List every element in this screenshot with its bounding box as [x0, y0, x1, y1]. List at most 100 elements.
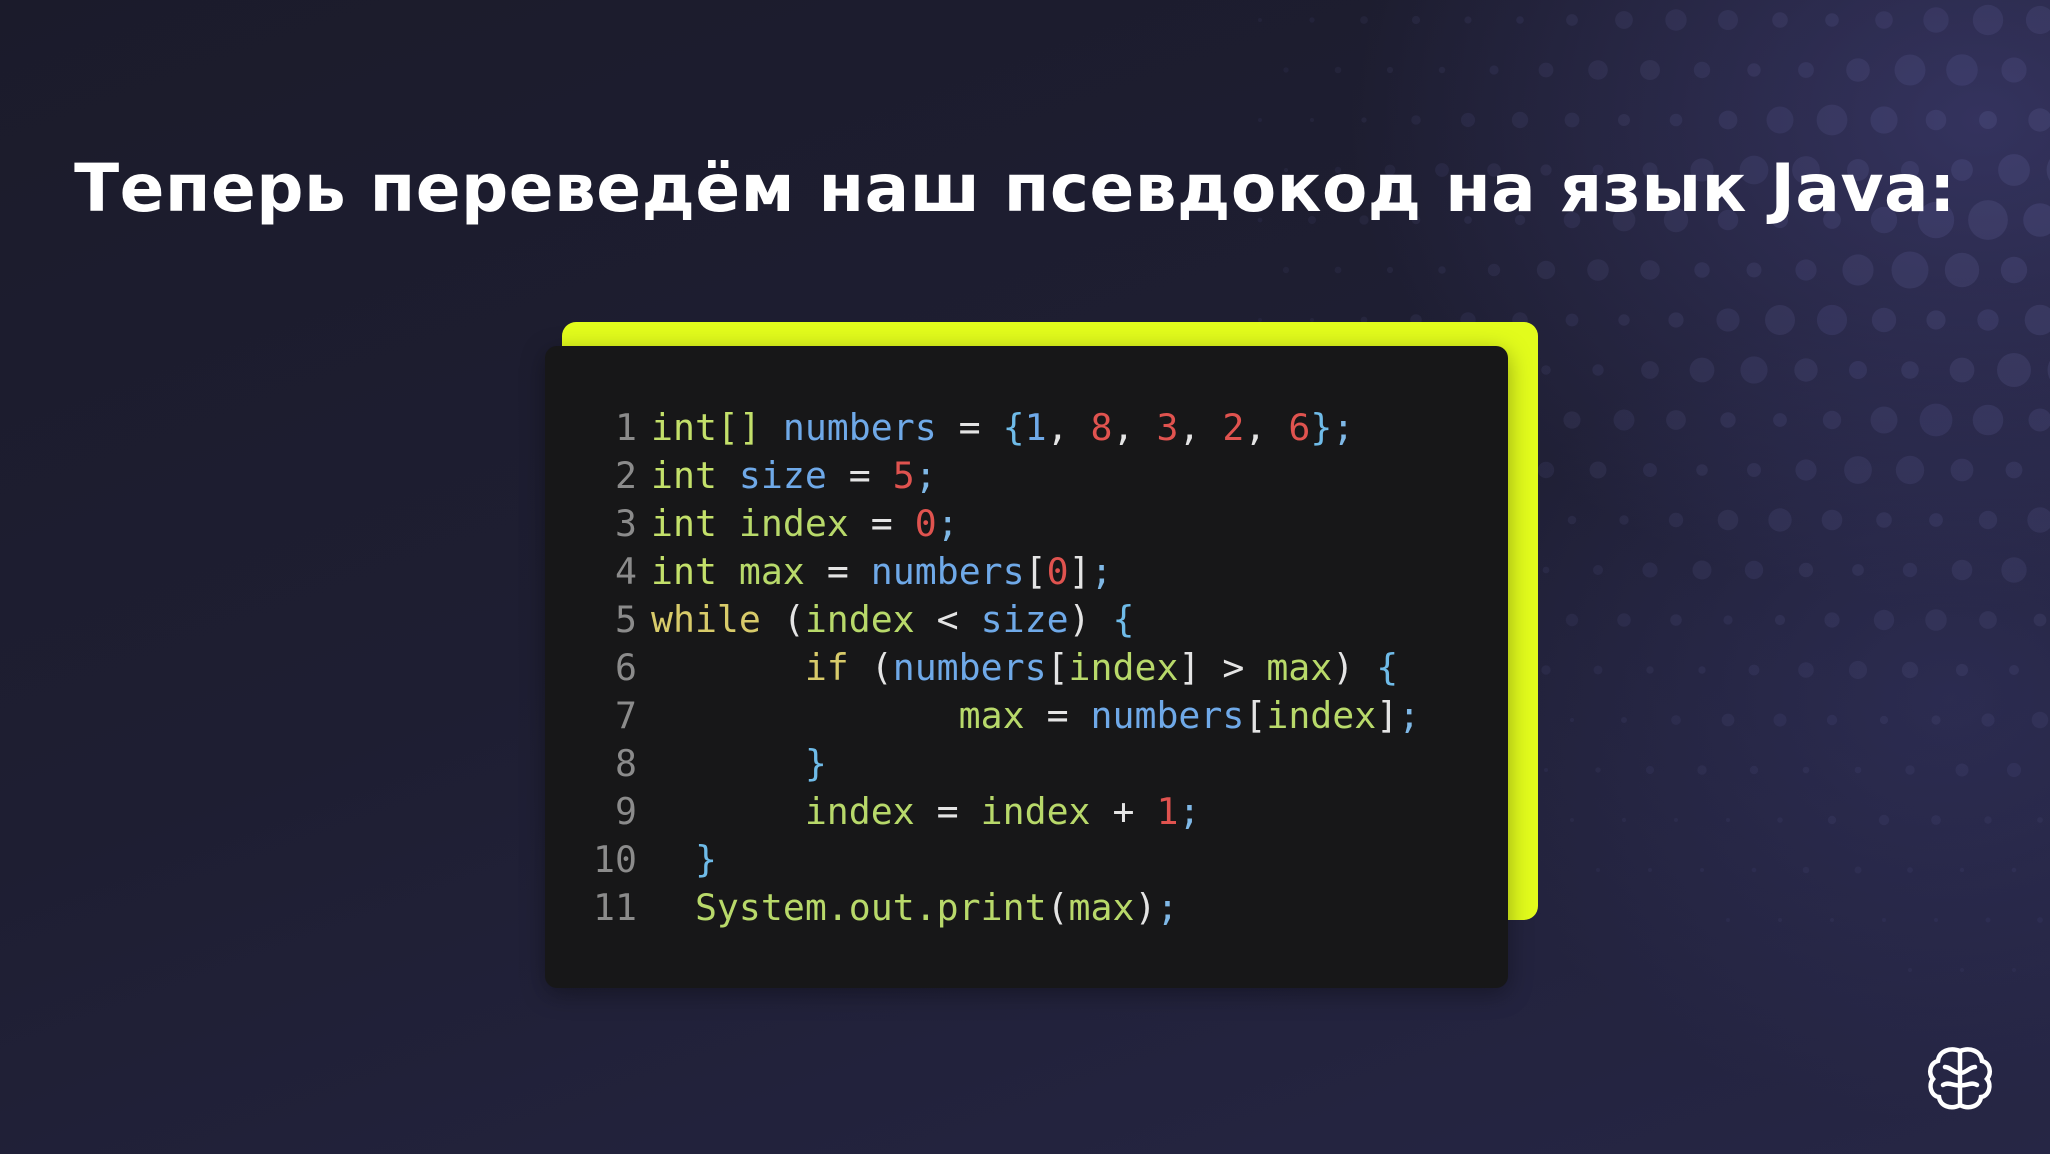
code-line: 6 if (numbers[index] > max) { [577, 644, 1420, 692]
background-dot [1563, 411, 1581, 429]
background-dot [2037, 917, 2043, 923]
background-dot [1842, 254, 1874, 286]
background-dot [1258, 18, 1262, 22]
code-token: System.out.print [694, 886, 1047, 929]
background-dot [1693, 61, 1711, 79]
background-dot [1748, 664, 1760, 676]
code-token: ] [1376, 694, 1399, 737]
background-dot [2000, 256, 2028, 284]
background-dot [1816, 304, 1848, 336]
background-dot [1669, 113, 1683, 127]
background-dot [1816, 104, 1848, 136]
line-number: 1 [615, 406, 637, 449]
background-dot [1723, 615, 1733, 625]
background-dot [1570, 818, 1574, 822]
background-dot [1565, 313, 1579, 327]
background-dot [2033, 613, 2047, 627]
background-dot [1846, 58, 1870, 82]
background-dot [1538, 62, 1554, 78]
background-dot [1615, 11, 1633, 29]
code-token: ; [1178, 790, 1201, 833]
code-token: 5 [892, 454, 915, 497]
code-token: int [651, 454, 717, 497]
line-number: 4 [615, 550, 637, 593]
code-token: ( [848, 646, 893, 689]
code-token: ; [1156, 886, 1179, 929]
code-token: = [1024, 694, 1091, 737]
code-token: int[] [651, 406, 761, 449]
code-line: 1 int[] numbers = {1, 8, 3, 2, 6}; [577, 404, 1420, 452]
code-token: [ [1046, 646, 1069, 689]
background-dot [1621, 817, 1627, 823]
background-dot [1258, 118, 1262, 122]
background-dot [1720, 412, 1736, 428]
background-dot [1697, 765, 1707, 775]
code-line: 7 max = numbers[index]; [577, 692, 1420, 740]
background-dot [1411, 15, 1421, 25]
line-number: 11 [593, 886, 637, 929]
background-dot [1589, 461, 1607, 479]
background-dot [1516, 16, 1524, 24]
code-token: [ [1244, 694, 1267, 737]
code-token: ) [1068, 598, 1113, 641]
background-dot [1773, 413, 1787, 427]
code-token: [ [1024, 550, 1047, 593]
background-dot [1696, 464, 1708, 476]
background-dot [1830, 918, 1834, 922]
background-dot [1908, 968, 1912, 972]
background-dot [1946, 54, 1978, 86]
code-token: 6 [1288, 406, 1311, 449]
code-token: = [914, 790, 981, 833]
background-dot [1668, 512, 1684, 528]
background-dot [1824, 612, 1840, 628]
code-token: } [694, 838, 717, 881]
code-token: ( [760, 598, 805, 641]
code-token: ; [1332, 406, 1355, 449]
background-dot [1876, 512, 1892, 528]
background-dot [1873, 609, 1895, 631]
background-dot [2037, 817, 2043, 823]
code-line: 3 int index = 0; [577, 500, 1420, 548]
code-token: index [1266, 694, 1377, 737]
background-dot [1960, 968, 1964, 972]
background-dot [1542, 566, 1550, 574]
background-dot [1777, 817, 1783, 823]
code-token: if [804, 646, 849, 689]
background-dot [1901, 661, 1919, 679]
code-token: ] > [1178, 646, 1267, 689]
background-dot [1588, 60, 1608, 80]
background-dot [1665, 9, 1687, 31]
background-dot [1643, 463, 1657, 477]
background-dot [1645, 765, 1655, 775]
background-dot [2028, 408, 2050, 432]
code-token: = [936, 406, 1003, 449]
code-token: 3 [1156, 406, 1179, 449]
code-token: , [1112, 406, 1157, 449]
background-dot [1825, 13, 1839, 27]
line-number: 8 [615, 742, 637, 785]
code-token: index [804, 790, 915, 833]
background-dot [1283, 67, 1289, 73]
code-token: ] [1068, 550, 1091, 593]
code-token: numbers [870, 550, 1025, 593]
code-token: = [848, 502, 915, 545]
background-dot [2012, 968, 2016, 972]
background-dot [1487, 263, 1501, 277]
code-token: 0 [914, 502, 937, 545]
background-dot [1670, 614, 1682, 626]
code-token: { [1002, 406, 1025, 449]
background-dot [1795, 459, 1817, 481]
code-line: 8 } [577, 740, 1420, 788]
background-dot [1569, 717, 1575, 723]
background-dot [1882, 918, 1886, 922]
background-dot [1798, 562, 1814, 578]
background-dot [1744, 560, 1764, 580]
background-dot [1618, 114, 1630, 126]
background-dot [1692, 560, 1712, 580]
background-dot [1334, 66, 1342, 74]
